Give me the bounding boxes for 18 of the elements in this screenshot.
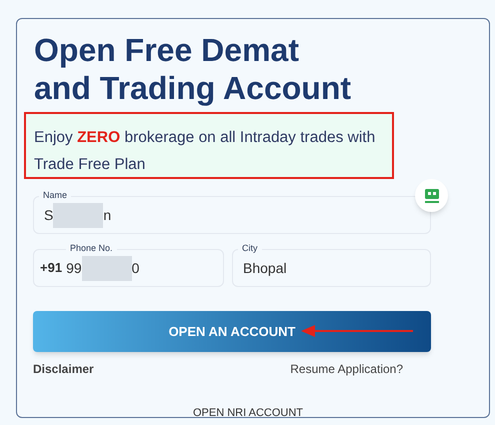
field-label: City — [238, 243, 262, 254]
promo-text: Enjoy ZERO brokerage on all Intraday trades with Trade Free Plan — [34, 128, 376, 175]
resume-application-link[interactable]: Resume Application? — [290, 360, 403, 378]
robot-icon — [424, 188, 440, 204]
nri-account-link[interactable]: OPEN NRI ACCOUNT — [192, 405, 303, 422]
field-value: 99 — [66, 258, 82, 278]
page-title: Open Free Demat — [34, 31, 299, 69]
field-value: n — [103, 206, 112, 224]
open-account-button[interactable]: OPEN AN ACCOUNT — [33, 311, 431, 352]
page-title: and Trading Account — [34, 69, 352, 107]
disclaimer-link[interactable]: Disclaimer — [33, 360, 94, 378]
field-label: Phone No. — [66, 243, 117, 254]
field-value: Bhopal — [243, 258, 287, 278]
chat-button[interactable] — [415, 179, 448, 212]
field-value: S — [44, 206, 54, 224]
country-code: +91 — [40, 259, 62, 278]
field-label: Name — [39, 190, 72, 201]
field-value: 0 — [132, 258, 140, 278]
